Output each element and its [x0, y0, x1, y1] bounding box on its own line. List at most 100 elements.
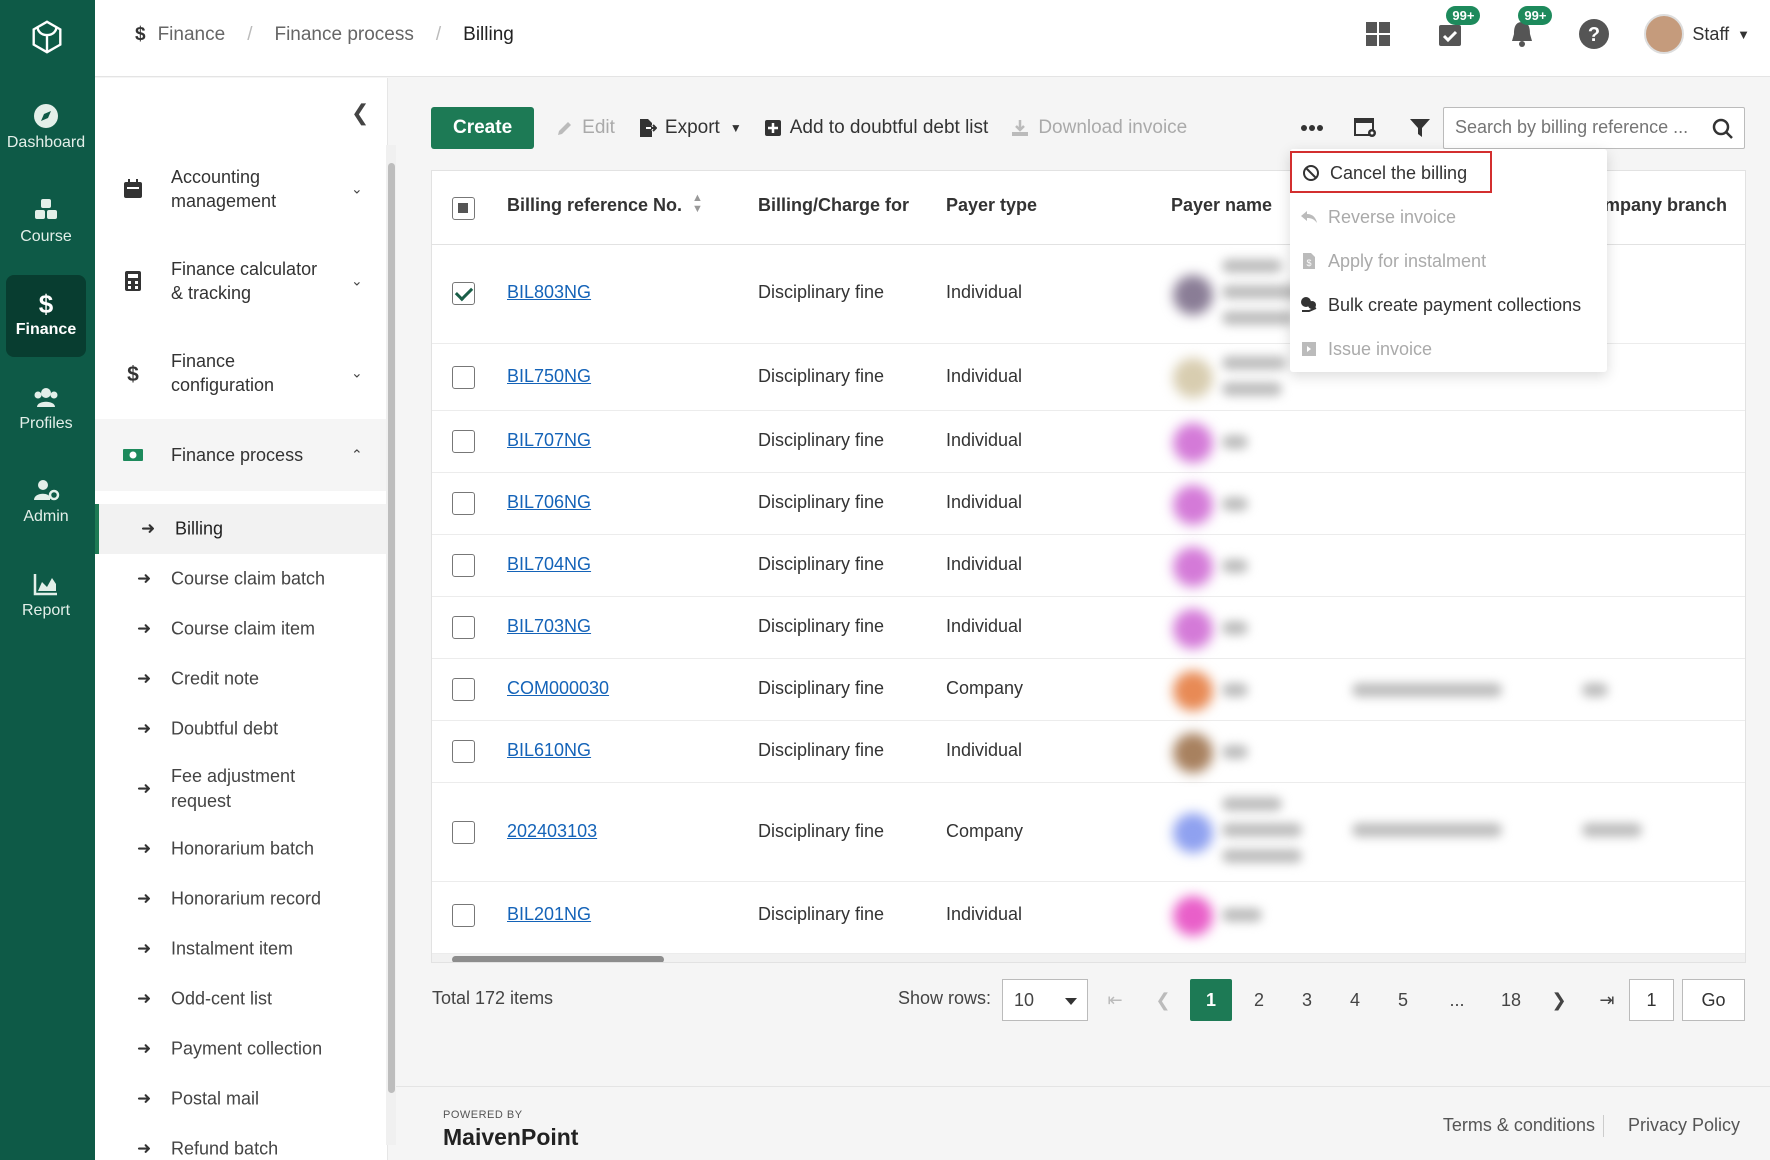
table-row[interactable]: BIL704NG Disciplinary fine Individual — [432, 535, 1745, 597]
table-row[interactable]: COM000030 Disciplinary fine Company — [432, 659, 1745, 721]
sub-item-honorarium-batch[interactable]: ➜ Honorarium batch — [95, 824, 387, 874]
row-checkbox[interactable] — [452, 430, 475, 453]
tasks-button[interactable]: 99+ — [1430, 6, 1481, 54]
page-2[interactable]: 2 — [1238, 979, 1280, 1021]
menu-item-issue-invoice[interactable]: Issue invoice — [1290, 329, 1607, 369]
column-settings-button[interactable] — [1344, 107, 1388, 149]
nav-group-accounting[interactable]: Accounting management ⌄ — [95, 143, 387, 235]
table-row[interactable]: BIL706NG Disciplinary fine Individual — [432, 473, 1745, 535]
nav-group-configuration[interactable]: $ Finance configuration ⌄ — [95, 327, 387, 419]
notifications-button[interactable]: 99+ — [1502, 6, 1553, 54]
breadcrumb-finance-process[interactable]: Finance process — [274, 24, 413, 46]
sub-item-doubtful-debt[interactable]: ➜ Doubtful debt — [95, 704, 387, 754]
billing-ref-link[interactable]: BIL704NG — [507, 554, 591, 575]
side-menu-scrollbar[interactable] — [386, 145, 396, 1145]
collapse-menu-icon[interactable]: ❮ — [351, 100, 369, 126]
terms-link[interactable]: Terms & conditions — [1435, 1115, 1603, 1137]
rail-report[interactable]: Report — [6, 556, 86, 638]
row-checkbox[interactable] — [452, 366, 475, 389]
first-page-icon[interactable]: ⇤ — [1094, 979, 1136, 1021]
nav-group-finance-process[interactable]: Finance process ⌃ — [95, 419, 387, 491]
filter-button[interactable] — [1398, 107, 1442, 149]
billing-ref-link[interactable]: BIL750NG — [507, 366, 591, 387]
table-row[interactable]: 202403103 Disciplinary fine Company — [432, 783, 1745, 882]
rail-finance[interactable]: $ Finance — [6, 275, 86, 357]
menu-item-reverse-invoice[interactable]: Reverse invoice — [1290, 197, 1607, 237]
row-checkbox[interactable] — [452, 740, 475, 763]
breadcrumb-finance[interactable]: Finance — [158, 24, 226, 46]
billing-ref-link[interactable]: BIL706NG — [507, 492, 591, 513]
sub-item-fee-adjustment[interactable]: ➜ Fee adjustment request — [95, 754, 387, 824]
sub-item-credit-note[interactable]: ➜ Credit note — [95, 654, 387, 704]
sub-item-postal-mail[interactable]: ➜ Postal mail — [95, 1074, 387, 1124]
billing-ref-link[interactable]: BIL201NG — [507, 904, 591, 925]
billing-ref-link[interactable]: 202403103 — [507, 821, 597, 842]
sub-item-course-claim-item[interactable]: ➜ Course claim item — [95, 604, 387, 654]
prev-page-icon[interactable]: ❮ — [1142, 979, 1184, 1021]
search-icon[interactable] — [1712, 118, 1734, 140]
more-actions-button[interactable] — [1290, 107, 1334, 149]
billing-ref-link[interactable]: COM000030 — [507, 678, 609, 699]
edit-button[interactable]: Edit — [556, 117, 615, 139]
table-row[interactable]: BIL610NG Disciplinary fine Individual — [432, 721, 1745, 783]
table-horizontal-scrollbar[interactable] — [432, 954, 1745, 962]
page-1[interactable]: 1 — [1190, 979, 1232, 1021]
menu-item-cancel-billing[interactable]: Cancel the billing — [1290, 151, 1492, 193]
next-page-icon[interactable]: ❯ — [1538, 979, 1580, 1021]
scrollbar-thumb[interactable] — [388, 163, 395, 1093]
menu-item-apply-instalment[interactable]: $ Apply for instalment — [1290, 241, 1607, 281]
nav-group-calculator[interactable]: Finance calculator & tracking ⌄ — [95, 235, 387, 327]
page-3[interactable]: 3 — [1286, 979, 1328, 1021]
row-checkbox[interactable] — [452, 554, 475, 577]
sub-item-odd-cent-list[interactable]: ➜ Odd-cent list — [95, 974, 387, 1024]
billing-ref-link[interactable]: BIL707NG — [507, 430, 591, 451]
billing-ref-link[interactable]: BIL803NG — [507, 282, 591, 303]
help-icon[interactable]: ? — [1574, 14, 1614, 54]
page-ellipsis[interactable]: ... — [1436, 979, 1478, 1021]
last-page-icon[interactable]: ⇥ — [1586, 979, 1628, 1021]
download-invoice-button[interactable]: Download invoice — [1010, 117, 1187, 139]
export-button[interactable]: Export ▼ — [637, 117, 742, 139]
rail-dashboard[interactable]: Dashboard — [6, 88, 86, 170]
sort-icon[interactable]: ▲ ▼ — [692, 193, 703, 215]
table-row[interactable]: BIL201NG Disciplinary fine Individual — [432, 882, 1745, 954]
sub-item-honorarium-record[interactable]: ➜ Honorarium record — [95, 874, 387, 924]
rail-profiles[interactable]: Profiles — [6, 369, 86, 451]
rail-admin[interactable]: Admin — [6, 462, 86, 544]
scrollbar-thumb[interactable] — [452, 956, 664, 962]
sub-item-refund-batch[interactable]: ➜ Refund batch — [95, 1124, 387, 1160]
row-checkbox[interactable] — [452, 282, 475, 305]
search-input[interactable] — [1455, 117, 1700, 138]
page-5[interactable]: 5 — [1382, 979, 1424, 1021]
goto-page-input[interactable]: 1 — [1629, 979, 1674, 1021]
add-doubtful-debt-button[interactable]: Add to doubtful debt list — [764, 117, 988, 139]
chevron-down-icon[interactable]: ▼ — [1737, 27, 1750, 42]
user-menu-label[interactable]: Staff — [1692, 24, 1729, 45]
create-button[interactable]: Create — [431, 107, 535, 149]
row-checkbox[interactable] — [452, 678, 475, 701]
row-checkbox[interactable] — [452, 492, 475, 515]
apps-grid-icon[interactable] — [1358, 14, 1398, 54]
row-checkbox[interactable] — [452, 904, 475, 927]
billing-ref-link[interactable]: BIL703NG — [507, 616, 591, 637]
page-18[interactable]: 18 — [1490, 979, 1532, 1021]
row-checkbox[interactable] — [452, 616, 475, 639]
billing-ref-link[interactable]: BIL610NG — [507, 740, 591, 761]
rows-per-page-select[interactable]: 10 — [1002, 979, 1088, 1021]
page-4[interactable]: 4 — [1334, 979, 1376, 1021]
app-logo-icon[interactable] — [28, 18, 66, 56]
table-row[interactable]: BIL707NG Disciplinary fine Individual — [432, 411, 1745, 473]
row-checkbox[interactable] — [452, 821, 475, 844]
menu-item-bulk-payment[interactable]: Bulk create payment collections — [1290, 285, 1607, 325]
table-row[interactable]: BIL703NG Disciplinary fine Individual — [432, 597, 1745, 659]
sub-item-course-claim-batch[interactable]: ➜ Course claim batch — [95, 554, 387, 604]
sub-item-payment-collection[interactable]: ➜ Payment collection — [95, 1024, 387, 1074]
select-all-checkbox[interactable] — [452, 197, 475, 220]
column-header-ref[interactable]: Billing reference No. — [507, 195, 682, 216]
avatar[interactable] — [1644, 14, 1685, 54]
go-button[interactable]: Go — [1682, 979, 1745, 1021]
privacy-link[interactable]: Privacy Policy — [1620, 1115, 1748, 1137]
sub-item-instalment-item[interactable]: ➜ Instalment item — [95, 924, 387, 974]
sub-item-billing[interactable]: ➜ Billing — [95, 504, 387, 554]
rail-course[interactable]: Course — [6, 182, 86, 264]
